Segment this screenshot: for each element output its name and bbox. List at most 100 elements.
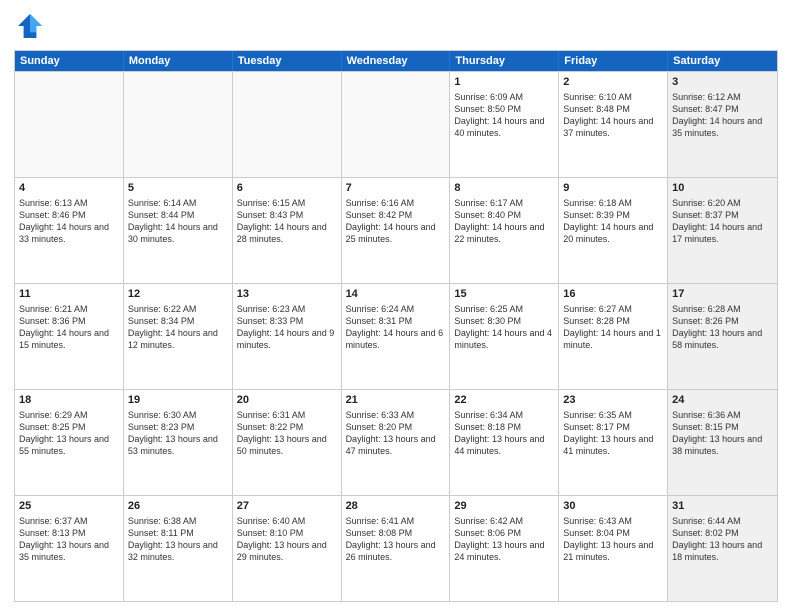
cell-info: Sunrise: 6:40 AM Sunset: 8:10 PM Dayligh… xyxy=(237,515,337,564)
cal-cell-4-1: 26Sunrise: 6:38 AM Sunset: 8:11 PM Dayli… xyxy=(124,496,233,601)
day-number: 10 xyxy=(672,181,773,196)
cal-cell-3-0: 18Sunrise: 6:29 AM Sunset: 8:25 PM Dayli… xyxy=(15,390,124,495)
cell-info: Sunrise: 6:20 AM Sunset: 8:37 PM Dayligh… xyxy=(672,197,773,246)
day-number: 8 xyxy=(454,181,554,196)
logo xyxy=(14,10,50,42)
day-number: 30 xyxy=(563,499,663,514)
cal-cell-2-5: 16Sunrise: 6:27 AM Sunset: 8:28 PM Dayli… xyxy=(559,284,668,389)
cal-cell-0-5: 2Sunrise: 6:10 AM Sunset: 8:48 PM Daylig… xyxy=(559,72,668,177)
day-number: 31 xyxy=(672,499,773,514)
cell-info: Sunrise: 6:43 AM Sunset: 8:04 PM Dayligh… xyxy=(563,515,663,564)
cell-info: Sunrise: 6:35 AM Sunset: 8:17 PM Dayligh… xyxy=(563,409,663,458)
cell-info: Sunrise: 6:12 AM Sunset: 8:47 PM Dayligh… xyxy=(672,91,773,140)
cell-info: Sunrise: 6:17 AM Sunset: 8:40 PM Dayligh… xyxy=(454,197,554,246)
cal-cell-2-3: 14Sunrise: 6:24 AM Sunset: 8:31 PM Dayli… xyxy=(342,284,451,389)
day-number: 7 xyxy=(346,181,446,196)
cal-cell-4-3: 28Sunrise: 6:41 AM Sunset: 8:08 PM Dayli… xyxy=(342,496,451,601)
cell-info: Sunrise: 6:22 AM Sunset: 8:34 PM Dayligh… xyxy=(128,303,228,352)
header-day-saturday: Saturday xyxy=(668,51,777,71)
cell-info: Sunrise: 6:25 AM Sunset: 8:30 PM Dayligh… xyxy=(454,303,554,352)
header-day-tuesday: Tuesday xyxy=(233,51,342,71)
cal-cell-2-6: 17Sunrise: 6:28 AM Sunset: 8:26 PM Dayli… xyxy=(668,284,777,389)
cal-cell-4-6: 31Sunrise: 6:44 AM Sunset: 8:02 PM Dayli… xyxy=(668,496,777,601)
cell-info: Sunrise: 6:37 AM Sunset: 8:13 PM Dayligh… xyxy=(19,515,119,564)
cell-info: Sunrise: 6:31 AM Sunset: 8:22 PM Dayligh… xyxy=(237,409,337,458)
cell-info: Sunrise: 6:30 AM Sunset: 8:23 PM Dayligh… xyxy=(128,409,228,458)
logo-icon xyxy=(14,10,46,42)
cell-info: Sunrise: 6:24 AM Sunset: 8:31 PM Dayligh… xyxy=(346,303,446,352)
cell-info: Sunrise: 6:38 AM Sunset: 8:11 PM Dayligh… xyxy=(128,515,228,564)
cal-cell-0-4: 1Sunrise: 6:09 AM Sunset: 8:50 PM Daylig… xyxy=(450,72,559,177)
day-number: 20 xyxy=(237,393,337,408)
cal-cell-3-1: 19Sunrise: 6:30 AM Sunset: 8:23 PM Dayli… xyxy=(124,390,233,495)
day-number: 11 xyxy=(19,287,119,302)
cal-cell-0-3 xyxy=(342,72,451,177)
cal-cell-4-0: 25Sunrise: 6:37 AM Sunset: 8:13 PM Dayli… xyxy=(15,496,124,601)
day-number: 5 xyxy=(128,181,228,196)
day-number: 3 xyxy=(672,75,773,90)
day-number: 28 xyxy=(346,499,446,514)
cal-cell-3-6: 24Sunrise: 6:36 AM Sunset: 8:15 PM Dayli… xyxy=(668,390,777,495)
cal-cell-0-0 xyxy=(15,72,124,177)
calendar-body: 1Sunrise: 6:09 AM Sunset: 8:50 PM Daylig… xyxy=(15,71,777,601)
cell-info: Sunrise: 6:44 AM Sunset: 8:02 PM Dayligh… xyxy=(672,515,773,564)
cal-cell-4-2: 27Sunrise: 6:40 AM Sunset: 8:10 PM Dayli… xyxy=(233,496,342,601)
cal-cell-1-3: 7Sunrise: 6:16 AM Sunset: 8:42 PM Daylig… xyxy=(342,178,451,283)
day-number: 15 xyxy=(454,287,554,302)
day-number: 13 xyxy=(237,287,337,302)
day-number: 16 xyxy=(563,287,663,302)
calendar-header: SundayMondayTuesdayWednesdayThursdayFrid… xyxy=(15,51,777,71)
cell-info: Sunrise: 6:09 AM Sunset: 8:50 PM Dayligh… xyxy=(454,91,554,140)
day-number: 18 xyxy=(19,393,119,408)
cell-info: Sunrise: 6:13 AM Sunset: 8:46 PM Dayligh… xyxy=(19,197,119,246)
day-number: 25 xyxy=(19,499,119,514)
cell-info: Sunrise: 6:27 AM Sunset: 8:28 PM Dayligh… xyxy=(563,303,663,352)
day-number: 6 xyxy=(237,181,337,196)
cal-cell-1-5: 9Sunrise: 6:18 AM Sunset: 8:39 PM Daylig… xyxy=(559,178,668,283)
cal-cell-4-5: 30Sunrise: 6:43 AM Sunset: 8:04 PM Dayli… xyxy=(559,496,668,601)
cell-info: Sunrise: 6:36 AM Sunset: 8:15 PM Dayligh… xyxy=(672,409,773,458)
cell-info: Sunrise: 6:15 AM Sunset: 8:43 PM Dayligh… xyxy=(237,197,337,246)
cal-cell-0-6: 3Sunrise: 6:12 AM Sunset: 8:47 PM Daylig… xyxy=(668,72,777,177)
cal-cell-0-2 xyxy=(233,72,342,177)
day-number: 26 xyxy=(128,499,228,514)
cal-cell-2-1: 12Sunrise: 6:22 AM Sunset: 8:34 PM Dayli… xyxy=(124,284,233,389)
cell-info: Sunrise: 6:42 AM Sunset: 8:06 PM Dayligh… xyxy=(454,515,554,564)
cal-cell-3-4: 22Sunrise: 6:34 AM Sunset: 8:18 PM Dayli… xyxy=(450,390,559,495)
cal-cell-3-5: 23Sunrise: 6:35 AM Sunset: 8:17 PM Dayli… xyxy=(559,390,668,495)
day-number: 14 xyxy=(346,287,446,302)
day-number: 27 xyxy=(237,499,337,514)
cal-cell-2-2: 13Sunrise: 6:23 AM Sunset: 8:33 PM Dayli… xyxy=(233,284,342,389)
day-number: 2 xyxy=(563,75,663,90)
day-number: 17 xyxy=(672,287,773,302)
day-number: 9 xyxy=(563,181,663,196)
calendar-row-0: 1Sunrise: 6:09 AM Sunset: 8:50 PM Daylig… xyxy=(15,71,777,177)
cell-info: Sunrise: 6:18 AM Sunset: 8:39 PM Dayligh… xyxy=(563,197,663,246)
cell-info: Sunrise: 6:34 AM Sunset: 8:18 PM Dayligh… xyxy=(454,409,554,458)
cell-info: Sunrise: 6:33 AM Sunset: 8:20 PM Dayligh… xyxy=(346,409,446,458)
day-number: 4 xyxy=(19,181,119,196)
cell-info: Sunrise: 6:28 AM Sunset: 8:26 PM Dayligh… xyxy=(672,303,773,352)
cal-cell-0-1 xyxy=(124,72,233,177)
cal-cell-4-4: 29Sunrise: 6:42 AM Sunset: 8:06 PM Dayli… xyxy=(450,496,559,601)
cal-cell-3-2: 20Sunrise: 6:31 AM Sunset: 8:22 PM Dayli… xyxy=(233,390,342,495)
day-number: 29 xyxy=(454,499,554,514)
day-number: 19 xyxy=(128,393,228,408)
calendar-row-4: 25Sunrise: 6:37 AM Sunset: 8:13 PM Dayli… xyxy=(15,495,777,601)
cal-cell-1-4: 8Sunrise: 6:17 AM Sunset: 8:40 PM Daylig… xyxy=(450,178,559,283)
header-day-thursday: Thursday xyxy=(450,51,559,71)
day-number: 12 xyxy=(128,287,228,302)
header-day-wednesday: Wednesday xyxy=(342,51,451,71)
header-day-friday: Friday xyxy=(559,51,668,71)
header-day-monday: Monday xyxy=(124,51,233,71)
calendar-row-3: 18Sunrise: 6:29 AM Sunset: 8:25 PM Dayli… xyxy=(15,389,777,495)
day-number: 22 xyxy=(454,393,554,408)
cal-cell-3-3: 21Sunrise: 6:33 AM Sunset: 8:20 PM Dayli… xyxy=(342,390,451,495)
page-header xyxy=(14,10,778,42)
calendar: SundayMondayTuesdayWednesdayThursdayFrid… xyxy=(14,50,778,602)
calendar-row-2: 11Sunrise: 6:21 AM Sunset: 8:36 PM Dayli… xyxy=(15,283,777,389)
cal-cell-2-0: 11Sunrise: 6:21 AM Sunset: 8:36 PM Dayli… xyxy=(15,284,124,389)
cell-info: Sunrise: 6:10 AM Sunset: 8:48 PM Dayligh… xyxy=(563,91,663,140)
cell-info: Sunrise: 6:41 AM Sunset: 8:08 PM Dayligh… xyxy=(346,515,446,564)
cell-info: Sunrise: 6:23 AM Sunset: 8:33 PM Dayligh… xyxy=(237,303,337,352)
